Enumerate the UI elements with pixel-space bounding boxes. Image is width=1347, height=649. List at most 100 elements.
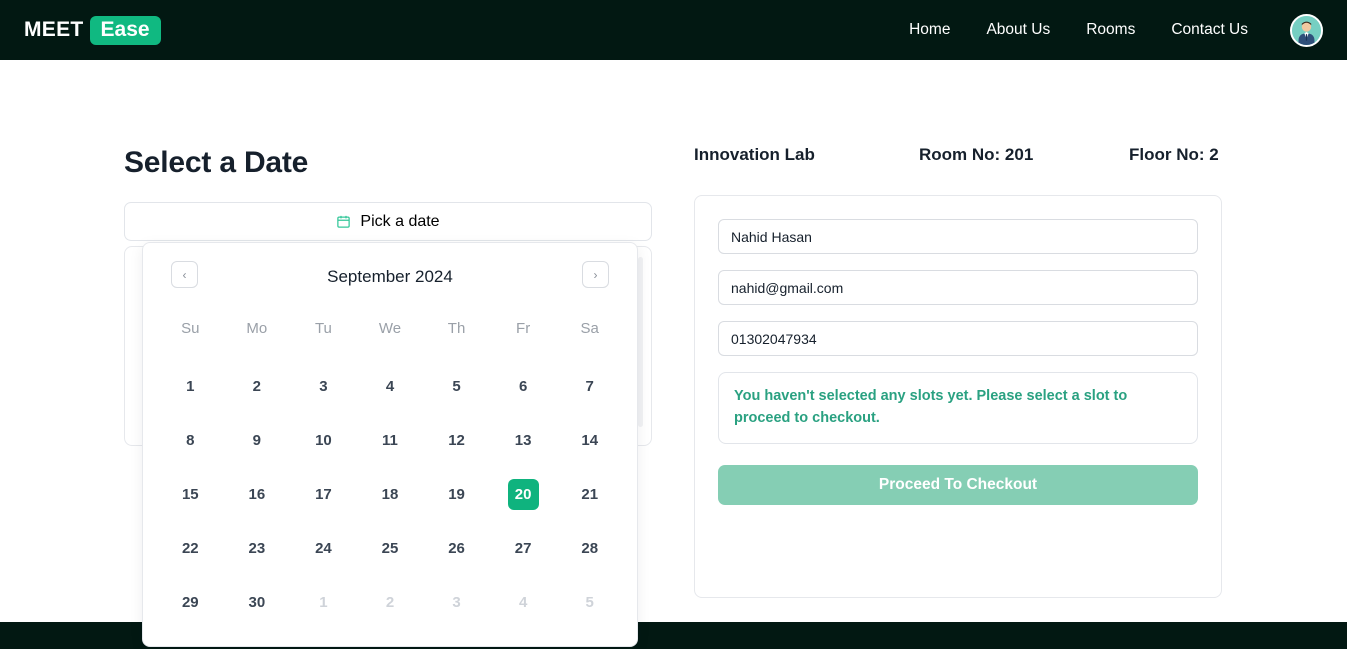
calendar-cell: 8	[157, 413, 224, 467]
calendar-weekday: Th	[423, 297, 490, 359]
phone-input[interactable]	[718, 321, 1198, 356]
proceed-to-checkout-button[interactable]: Proceed To Checkout	[718, 465, 1198, 505]
calendar-day-grid: 1234567891011121314151617181920212223242…	[157, 359, 623, 629]
calendar-cell: 2	[357, 575, 424, 629]
chevron-right-icon: ›	[594, 269, 598, 281]
calendar-cell: 18	[357, 467, 424, 521]
calendar-day-15[interactable]: 15	[175, 479, 206, 510]
calendar-day-3[interactable]: 3	[308, 371, 339, 402]
page-title: Select a Date	[124, 146, 308, 180]
calendar-prev-month-button[interactable]: ‹	[171, 261, 198, 288]
calendar-cell: 13	[490, 413, 557, 467]
user-avatar-icon	[1292, 16, 1321, 45]
calendar-cell: 11	[357, 413, 424, 467]
room-number: Room No: 201	[919, 145, 1129, 165]
calendar-cell: 2	[224, 359, 291, 413]
chevron-left-icon: ‹	[183, 269, 187, 281]
calendar-day-10[interactable]: 10	[308, 425, 339, 456]
calendar-next-month-button[interactable]: ›	[582, 261, 609, 288]
calendar-day-11[interactable]: 11	[374, 425, 405, 456]
calendar-cell: 20	[490, 467, 557, 521]
calendar-weekday-row: SuMoTuWeThFrSa	[157, 297, 623, 359]
calendar-cell: 7	[556, 359, 623, 413]
calendar-day-5[interactable]: 5	[441, 371, 472, 402]
calendar-weekday: Tu	[290, 297, 357, 359]
calendar-day-9[interactable]: 9	[241, 425, 272, 456]
calendar-day-7[interactable]: 7	[574, 371, 605, 402]
brand-badge-text: Ease	[90, 16, 161, 45]
calendar-day-26[interactable]: 26	[441, 533, 472, 564]
calendar-cell: 17	[290, 467, 357, 521]
no-slots-alert: You haven't selected any slots yet. Plea…	[718, 372, 1198, 444]
brand-logo[interactable]: MEET Ease	[24, 16, 161, 45]
nav-link-rooms[interactable]: Rooms	[1086, 21, 1135, 39]
calendar-day-27[interactable]: 27	[508, 533, 539, 564]
brand-primary-text: MEET	[24, 18, 84, 42]
calendar-cell: 26	[423, 521, 490, 575]
page-root: MEET Ease Home About Us Rooms Contact Us	[0, 0, 1347, 649]
calendar-day-24[interactable]: 24	[308, 533, 339, 564]
booking-form-card: You haven't selected any slots yet. Plea…	[694, 195, 1222, 598]
calendar-cell: 25	[357, 521, 424, 575]
calendar-cell: 15	[157, 467, 224, 521]
calendar-cell: 1	[157, 359, 224, 413]
nav-link-contact-us[interactable]: Contact Us	[1171, 21, 1248, 39]
calendar-month-title: September 2024	[327, 267, 453, 287]
calendar-day-17[interactable]: 17	[308, 479, 339, 510]
calendar-day-20[interactable]: 20	[508, 479, 539, 510]
calendar-day-25[interactable]: 25	[374, 533, 405, 564]
pick-date-button[interactable]: Pick a date	[124, 202, 652, 241]
calendar-cell: 16	[224, 467, 291, 521]
calendar-day-8[interactable]: 8	[175, 425, 206, 456]
calendar-day-4[interactable]: 4	[374, 371, 405, 402]
calendar-popup: ‹ September 2024 › SuMoTuWeThFrSa 123456…	[142, 242, 638, 647]
slots-scrollbar[interactable]	[638, 257, 643, 427]
calendar-cell: 30	[224, 575, 291, 629]
avatar[interactable]	[1290, 14, 1323, 47]
calendar-day-2[interactable]: 2	[241, 371, 272, 402]
calendar-day-16[interactable]: 16	[241, 479, 272, 510]
calendar-day-3[interactable]: 3	[441, 587, 472, 618]
calendar-day-12[interactable]: 12	[441, 425, 472, 456]
calendar-day-5[interactable]: 5	[574, 587, 605, 618]
calendar-day-29[interactable]: 29	[175, 587, 206, 618]
calendar-cell: 19	[423, 467, 490, 521]
calendar-cell: 4	[490, 575, 557, 629]
calendar-cell: 23	[224, 521, 291, 575]
calendar-day-2[interactable]: 2	[374, 587, 405, 618]
calendar-weekday: Sa	[556, 297, 623, 359]
calendar-cell: 21	[556, 467, 623, 521]
email-input[interactable]	[718, 270, 1198, 305]
calendar-day-13[interactable]: 13	[508, 425, 539, 456]
calendar-day-19[interactable]: 19	[441, 479, 472, 510]
calendar-cell: 27	[490, 521, 557, 575]
nav-link-about-us[interactable]: About Us	[986, 21, 1050, 39]
pick-date-label: Pick a date	[360, 213, 439, 231]
calendar-cell: 3	[423, 575, 490, 629]
calendar-day-23[interactable]: 23	[241, 533, 272, 564]
calendar-icon	[336, 214, 351, 229]
calendar-weekday: Su	[157, 297, 224, 359]
calendar-day-28[interactable]: 28	[574, 533, 605, 564]
calendar-cell: 3	[290, 359, 357, 413]
calendar-cell: 10	[290, 413, 357, 467]
calendar-day-14[interactable]: 14	[574, 425, 605, 456]
calendar-day-6[interactable]: 6	[508, 371, 539, 402]
calendar-day-1[interactable]: 1	[175, 371, 206, 402]
calendar-weekday: Mo	[224, 297, 291, 359]
calendar-day-1[interactable]: 1	[308, 587, 339, 618]
calendar-day-4[interactable]: 4	[508, 587, 539, 618]
calendar-cell: 28	[556, 521, 623, 575]
nav-links: Home About Us Rooms Contact Us	[909, 14, 1323, 47]
calendar-weekday: Fr	[490, 297, 557, 359]
calendar-cell: 9	[224, 413, 291, 467]
calendar-cell: 6	[490, 359, 557, 413]
calendar-day-18[interactable]: 18	[374, 479, 405, 510]
calendar-cell: 14	[556, 413, 623, 467]
calendar-cell: 24	[290, 521, 357, 575]
calendar-day-22[interactable]: 22	[175, 533, 206, 564]
name-input[interactable]	[718, 219, 1198, 254]
calendar-day-30[interactable]: 30	[241, 587, 272, 618]
nav-link-home[interactable]: Home	[909, 21, 950, 39]
calendar-day-21[interactable]: 21	[574, 479, 605, 510]
